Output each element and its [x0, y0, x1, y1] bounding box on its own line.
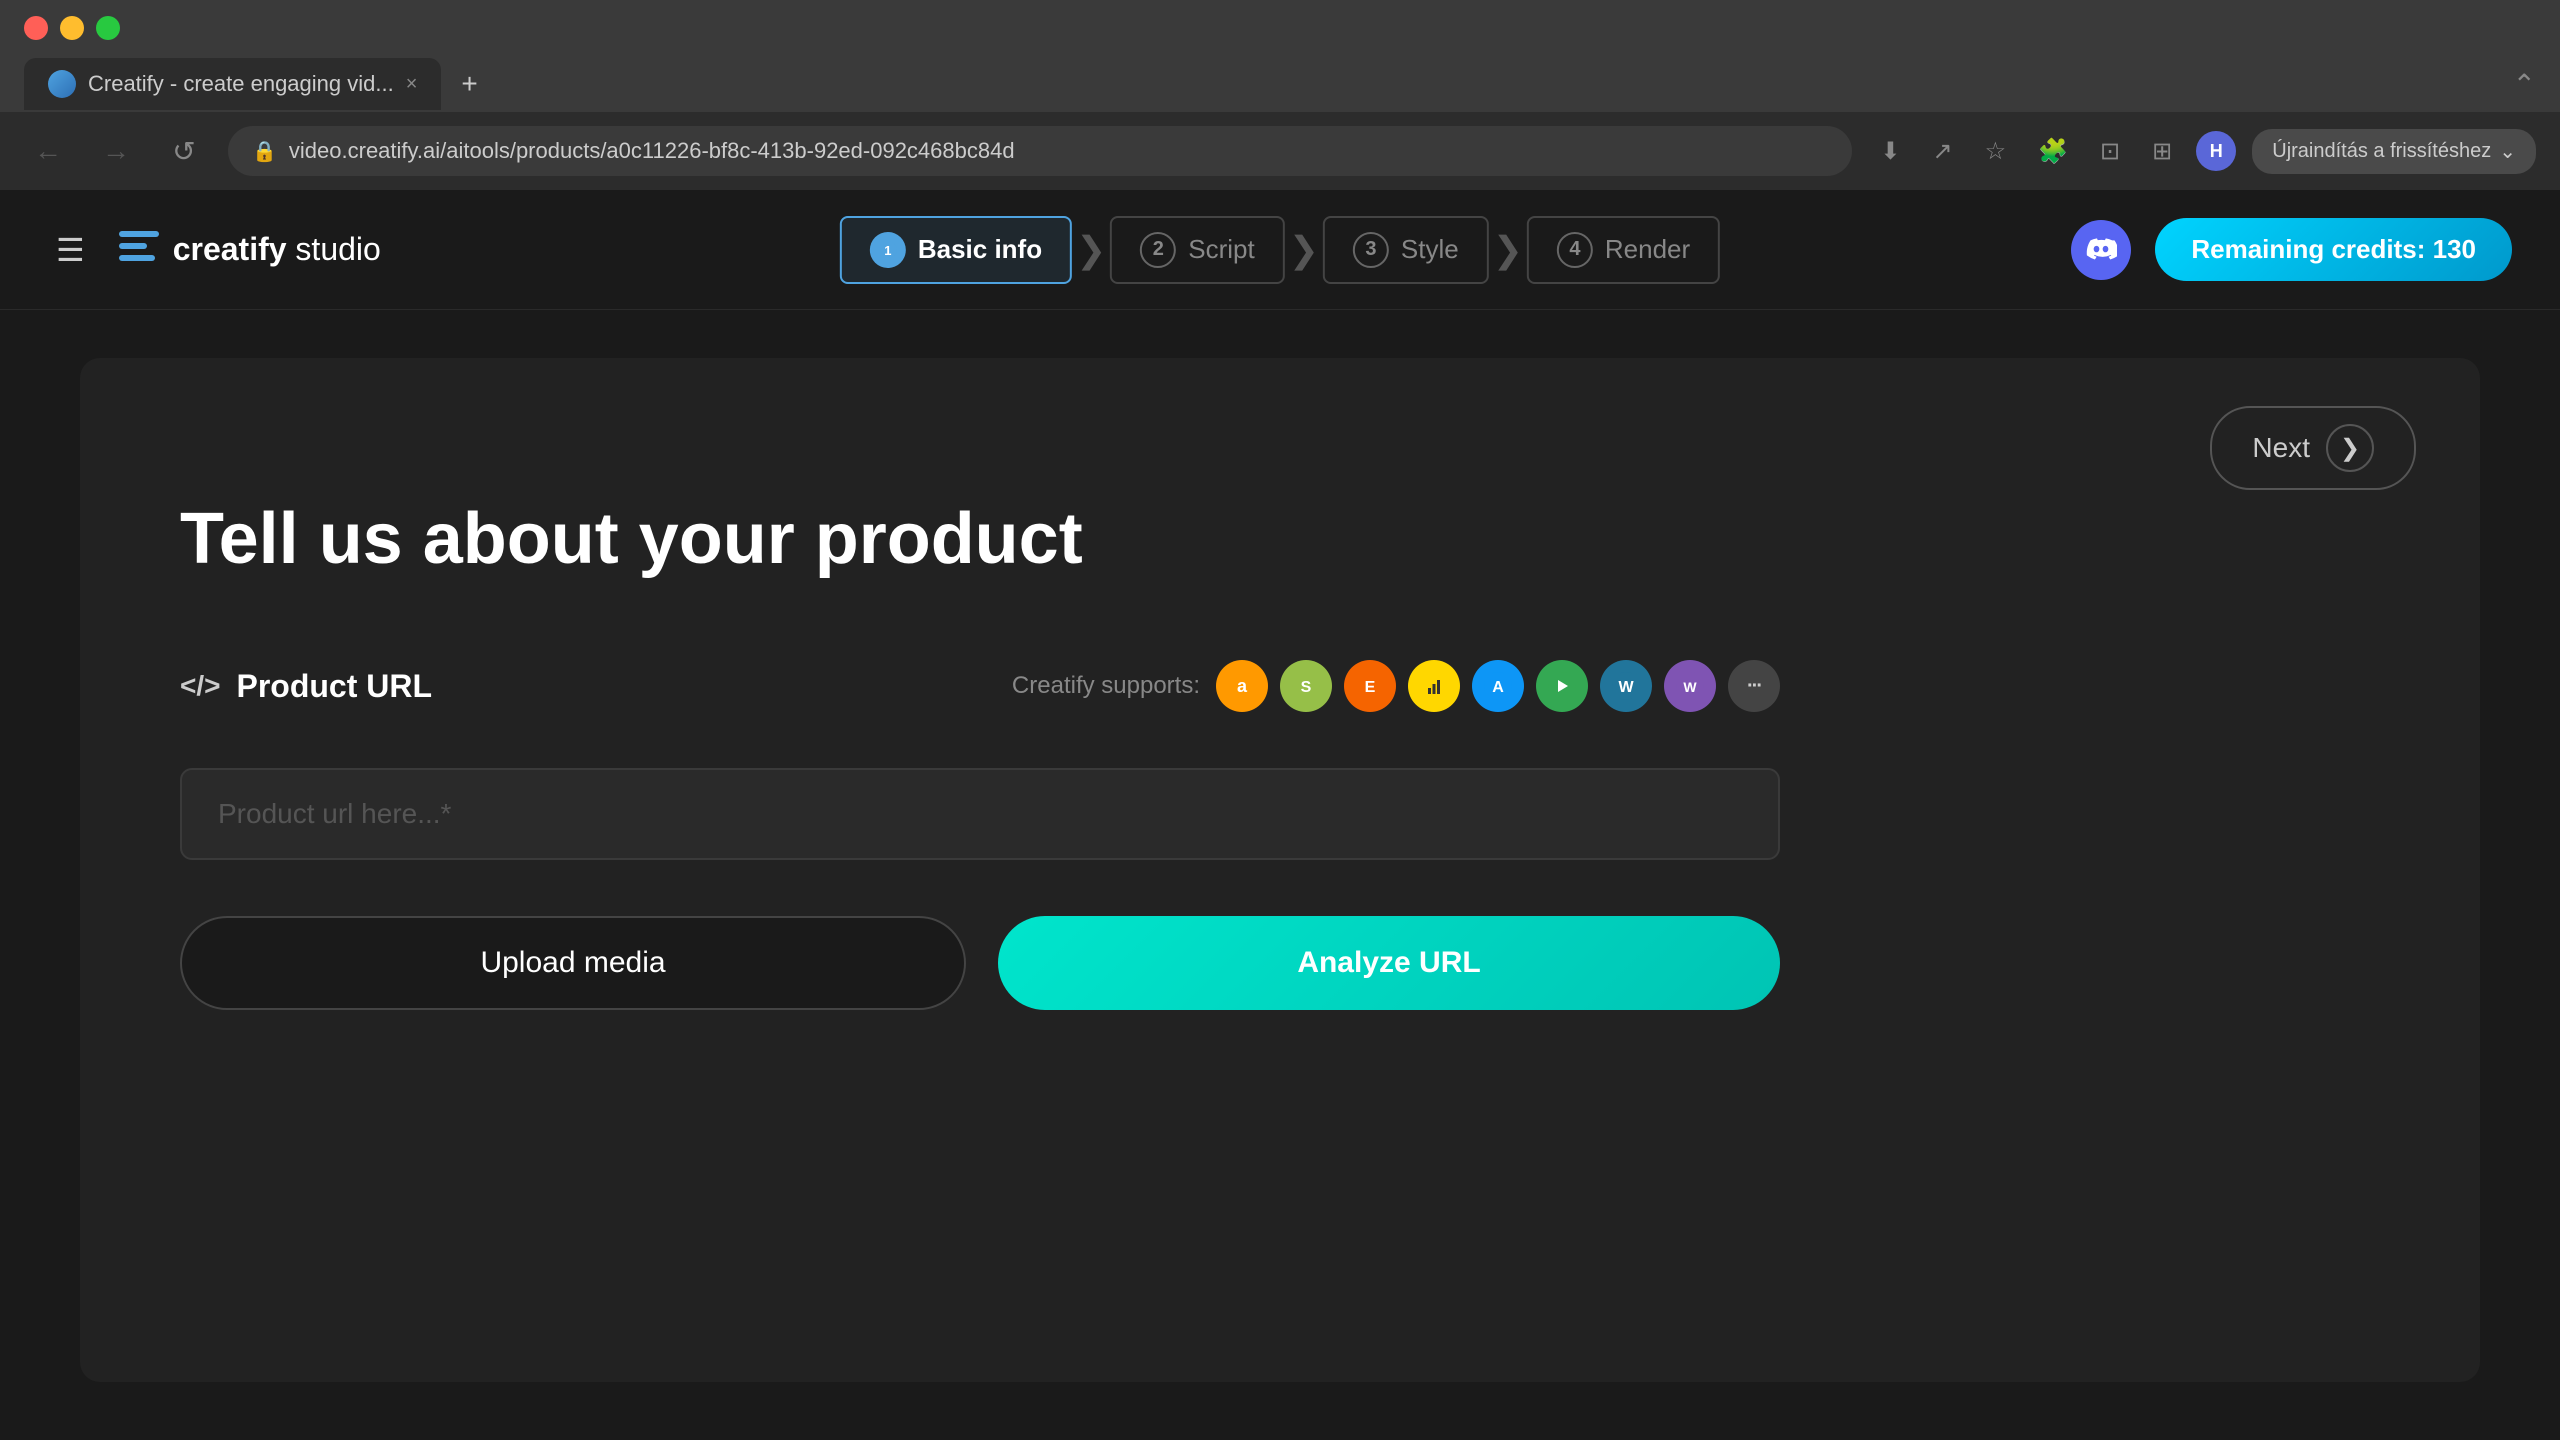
- traffic-lights: [24, 16, 120, 40]
- bookmark-button[interactable]: ☆: [1977, 129, 2015, 174]
- tab-bar: Creatify - create engaging vid... × + ⌃: [0, 56, 2560, 112]
- browser-chrome: Creatify - create engaging vid... × + ⌃ …: [0, 0, 2560, 190]
- url-text: video.creatify.ai/aitools/products/a0c11…: [289, 138, 1015, 164]
- logo: creatify studio: [117, 223, 381, 276]
- analyze-url-button[interactable]: Analyze URL: [998, 916, 1780, 1010]
- brand-name: creatify: [173, 231, 287, 267]
- step-arrow-2: ❯: [1285, 229, 1323, 271]
- new-tab-button[interactable]: +: [449, 56, 489, 112]
- wordpress-icon: W: [1600, 660, 1652, 712]
- window-controls: ⌃: [2513, 68, 2536, 101]
- amazon-icon: a: [1216, 660, 1268, 712]
- shopify-icon: S: [1280, 660, 1332, 712]
- svg-text:W: W: [1618, 679, 1634, 696]
- nav-actions: ⬇ ↗ ☆ 🧩 ⊡ ⊞ H Újraindítás a frissítéshez…: [1872, 129, 2536, 174]
- step-1-basic-info[interactable]: 1 Basic info: [840, 216, 1072, 284]
- content-panel: Next ❯ Tell us about your product </> Pr…: [80, 358, 2480, 1382]
- step-3-label: Style: [1401, 234, 1459, 265]
- field-label: </> Product URL: [180, 668, 432, 705]
- active-tab[interactable]: Creatify - create engaging vid... ×: [24, 58, 441, 110]
- app-store-icon: A: [1472, 660, 1524, 712]
- share-button[interactable]: ↗: [1925, 129, 1961, 174]
- page-refresh-text-button[interactable]: Újraindítás a frissítéshez ⌄: [2252, 129, 2536, 174]
- step-1-number: 1: [870, 232, 906, 268]
- svg-text:W: W: [1683, 679, 1697, 695]
- app-header: ☰ creatify studio 1 Basic info ❯: [0, 190, 2560, 310]
- tab-title: Creatify - create engaging vid...: [88, 71, 394, 97]
- chevron-down-icon: ⌄: [2499, 139, 2516, 164]
- product-url-input[interactable]: [180, 768, 1780, 860]
- back-icon: ←: [34, 135, 62, 167]
- maximize-window-button[interactable]: [96, 16, 120, 40]
- profile-avatar[interactable]: H: [2196, 131, 2236, 171]
- svg-text:1: 1: [884, 243, 891, 258]
- svg-text:E: E: [1365, 679, 1376, 696]
- logo-icon: [117, 223, 161, 276]
- main-content: Next ❯ Tell us about your product </> Pr…: [0, 310, 2560, 1430]
- platform-icons: a S E A: [1216, 660, 1780, 712]
- title-bar: [0, 0, 2560, 56]
- extensions-button[interactable]: 🧩: [2030, 129, 2076, 174]
- analytics-icon: [1408, 660, 1460, 712]
- logo-suffix: studio: [287, 231, 381, 267]
- step-4-render[interactable]: 4 Render: [1527, 216, 1720, 284]
- action-buttons: Upload media Analyze URL: [180, 916, 1780, 1010]
- next-arrow-icon: ❯: [2326, 424, 2374, 472]
- form-section: </> Product URL Creatify supports: a S: [180, 660, 1780, 1010]
- steps-container: 1 Basic info ❯ 2 Script ❯ 3 Style ❯ 4 Re…: [840, 216, 1720, 284]
- step-2-number: 2: [1140, 232, 1176, 268]
- svg-text:S: S: [1301, 679, 1312, 696]
- svg-text:A: A: [1492, 679, 1504, 696]
- step-2-script[interactable]: 2 Script: [1110, 216, 1284, 284]
- back-button[interactable]: ←: [24, 127, 72, 175]
- supports-text: Creatify supports:: [1012, 672, 1200, 700]
- step-arrow-3: ❯: [1489, 229, 1527, 271]
- minimize-window-button[interactable]: [60, 16, 84, 40]
- next-label: Next: [2252, 432, 2310, 464]
- lock-icon: 🔒: [252, 139, 277, 164]
- forward-button[interactable]: →: [92, 127, 140, 175]
- discord-button[interactable]: [2071, 220, 2131, 280]
- step-4-number: 4: [1557, 232, 1593, 268]
- product-url-label: Product URL: [236, 668, 432, 705]
- page-title: Tell us about your product: [180, 498, 2380, 580]
- refresh-button[interactable]: ↺: [160, 127, 208, 175]
- step-arrow-1: ❯: [1072, 229, 1110, 271]
- menu-toggle-button[interactable]: ☰: [48, 223, 93, 277]
- header-right: Remaining credits: 130: [2071, 218, 2512, 281]
- profile-switcher-button[interactable]: ⊞: [2144, 129, 2180, 174]
- credits-button[interactable]: Remaining credits: 130: [2155, 218, 2512, 281]
- nav-bar: ← → ↺ 🔒 video.creatify.ai/aitools/produc…: [0, 112, 2560, 190]
- step-2-label: Script: [1188, 234, 1254, 265]
- refresh-icon: ↺: [172, 135, 195, 168]
- step-4-label: Render: [1605, 234, 1690, 265]
- field-header: </> Product URL Creatify supports: a S: [180, 660, 1780, 712]
- etsy-icon: E: [1344, 660, 1396, 712]
- step-3-number: 3: [1353, 232, 1389, 268]
- code-icon: </>: [180, 670, 220, 702]
- more-platforms-icon: ···: [1728, 660, 1780, 712]
- upload-media-button[interactable]: Upload media: [180, 916, 966, 1010]
- sidebar-toggle-button[interactable]: ⊡: [2092, 129, 2128, 174]
- close-window-button[interactable]: [24, 16, 48, 40]
- tab-favicon: [48, 70, 76, 98]
- google-play-icon: [1536, 660, 1588, 712]
- address-bar[interactable]: 🔒 video.creatify.ai/aitools/products/a0c…: [228, 126, 1852, 176]
- download-button[interactable]: ⬇: [1872, 129, 1908, 174]
- forward-icon: →: [102, 135, 130, 167]
- step-1-label: Basic info: [918, 234, 1042, 265]
- app-container: ☰ creatify studio 1 Basic info ❯: [0, 190, 2560, 1430]
- refresh-text: Újraindítás a frissítéshez: [2272, 140, 2491, 163]
- tab-close-button[interactable]: ×: [406, 73, 418, 96]
- woocommerce-icon: W: [1664, 660, 1716, 712]
- step-3-style[interactable]: 3 Style: [1323, 216, 1489, 284]
- next-button[interactable]: Next ❯: [2210, 406, 2416, 490]
- logo-text: creatify studio: [173, 231, 381, 268]
- supports-section: Creatify supports: a S E: [1012, 660, 1780, 712]
- svg-text:a: a: [1237, 676, 1248, 696]
